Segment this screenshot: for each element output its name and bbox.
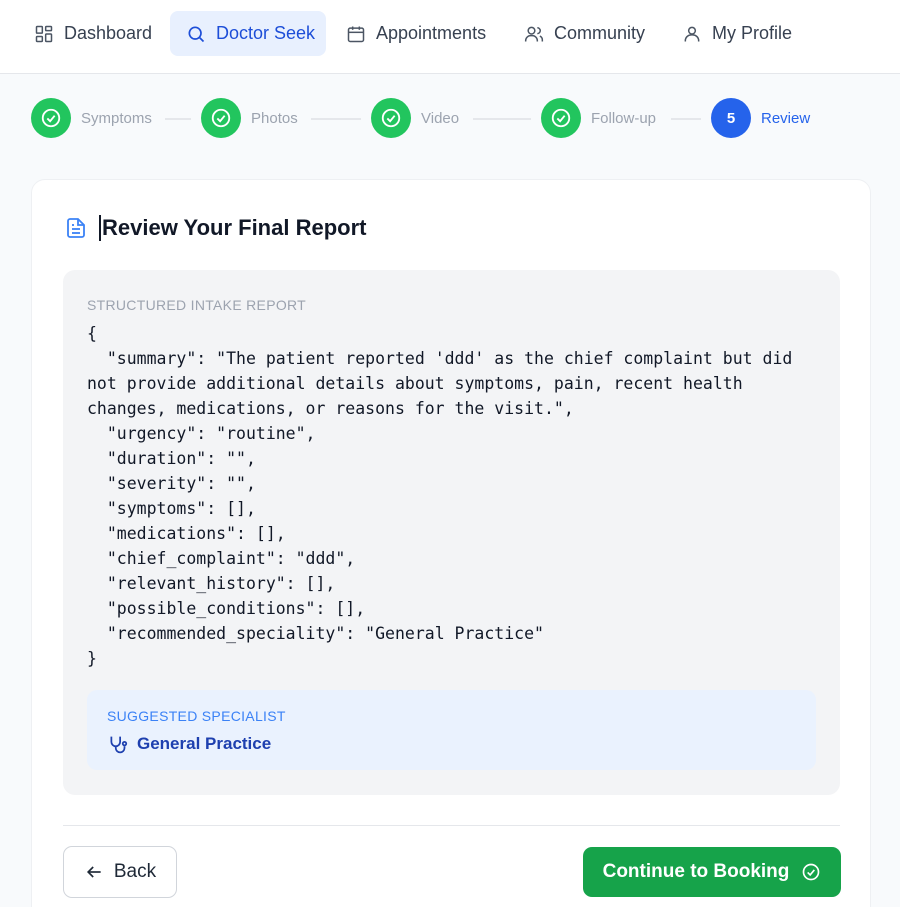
intake-report-panel: STRUCTURED INTAKE REPORT { "summary": "T… (63, 270, 840, 795)
step-symptoms[interactable]: Symptoms (31, 98, 152, 138)
report-json: { "summary": "The patient reported 'ddd'… (87, 324, 793, 668)
nav-item-label: Doctor Seek (216, 23, 316, 43)
step-label: Follow-up (591, 109, 657, 127)
check-circle-icon (803, 863, 820, 881)
nav-item-label: Community (554, 23, 646, 43)
step-video[interactable]: Video (371, 98, 459, 138)
step-connector (165, 118, 191, 120)
nav-item-appointments[interactable]: Appointments (330, 11, 502, 56)
check-circle-icon (541, 98, 581, 138)
card-header: Review Your Final Report (64, 213, 366, 243)
specialist-value: General Practice (137, 734, 272, 753)
nav-item-community[interactable]: Community (508, 11, 661, 56)
continue-to-booking-button[interactable]: Continue to Booking (583, 847, 841, 897)
specialist-label: SUGGESTED SPECIALIST (107, 708, 286, 724)
step-connector (671, 118, 701, 120)
nav-item-doctor-seek[interactable]: Doctor Seek (170, 11, 326, 56)
step-number: 5 (711, 98, 751, 138)
top-navigation: Dashboard Doctor Seek Appointments Commu… (0, 0, 900, 74)
back-button[interactable]: Back (63, 846, 177, 898)
users-icon (524, 26, 544, 41)
calendar-icon (347, 26, 365, 42)
step-label: Symptoms (81, 109, 152, 127)
step-label: Photos (251, 109, 298, 127)
nav-item-label: Dashboard (64, 23, 153, 43)
document-icon (67, 218, 85, 238)
nav-item-my-profile[interactable]: My Profile (666, 11, 808, 56)
user-icon (684, 26, 700, 41)
arrow-left-icon (86, 866, 101, 878)
back-button-label: Back (113, 861, 157, 882)
search-icon (188, 26, 205, 42)
dashboard-icon (35, 25, 53, 42)
step-follow-up[interactable]: Follow-up (541, 98, 656, 138)
step-label: Video (421, 109, 460, 127)
check-circle-icon (371, 98, 411, 138)
step-connector (473, 118, 531, 120)
continue-button-label: Continue to Booking (602, 861, 790, 882)
step-photos[interactable]: Photos (201, 98, 298, 138)
step-review[interactable]: 5 Review (711, 98, 810, 138)
step-connector (311, 118, 361, 120)
check-circle-icon (201, 98, 241, 138)
nav-item-dashboard[interactable]: Dashboard (18, 11, 168, 56)
stethoscope-icon (110, 736, 128, 753)
step-label: Review (761, 109, 811, 127)
nav-item-label: My Profile (712, 23, 793, 43)
divider (63, 825, 840, 826)
review-card: Review Your Final Report STRUCTURED INTA… (31, 179, 871, 907)
specialist-value-row: General Practice (107, 732, 271, 756)
report-heading: STRUCTURED INTAKE REPORT (87, 297, 307, 313)
check-circle-icon (31, 98, 71, 138)
nav-item-label: Appointments (376, 23, 487, 43)
page-title: Review Your Final Report (99, 215, 366, 241)
suggested-specialist-box: SUGGESTED SPECIALIST General Practice (87, 690, 816, 770)
